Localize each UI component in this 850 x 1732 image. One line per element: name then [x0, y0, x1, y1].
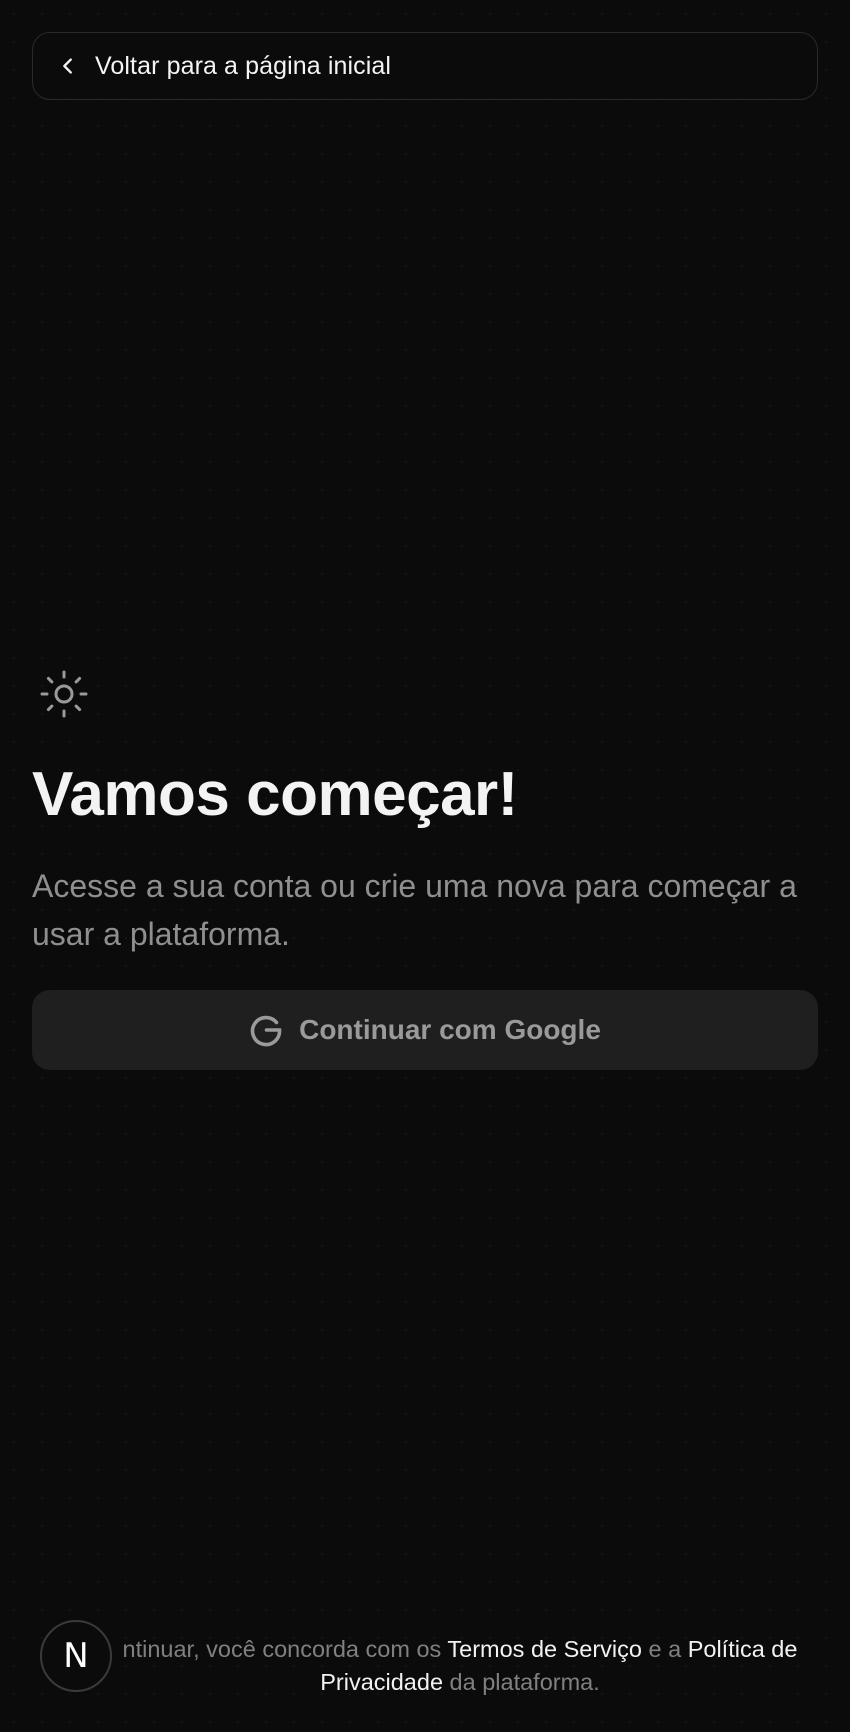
- page-title: Vamos começar!: [32, 760, 518, 829]
- google-button-label: Continuar com Google: [299, 1014, 601, 1045]
- terms-text-start: ntinuar, você concorda com os: [122, 1636, 448, 1662]
- n-logo-icon: N: [63, 1636, 89, 1676]
- nextjs-dev-badge[interactable]: N: [40, 1620, 112, 1692]
- page-subtitle: Acesse a sua conta ou crie uma nova para…: [32, 868, 797, 952]
- terms-text-end: da plataforma.: [443, 1669, 600, 1695]
- back-label: Voltar para a página inicial: [95, 51, 392, 80]
- terms-text-mid: e a: [641, 1636, 688, 1662]
- chevron-left-icon: [57, 55, 79, 77]
- sun-icon[interactable]: [40, 670, 88, 718]
- google-g-icon: [249, 1013, 283, 1047]
- back-to-home-button[interactable]: Voltar para a página inicial: [32, 32, 818, 100]
- terms-of-service-link[interactable]: Termos de Serviço: [447, 1636, 642, 1662]
- terms-notice: ntinuar, você concorda com os Termos de …: [100, 1633, 820, 1699]
- continue-with-google-button[interactable]: Continuar com Google: [32, 990, 818, 1070]
